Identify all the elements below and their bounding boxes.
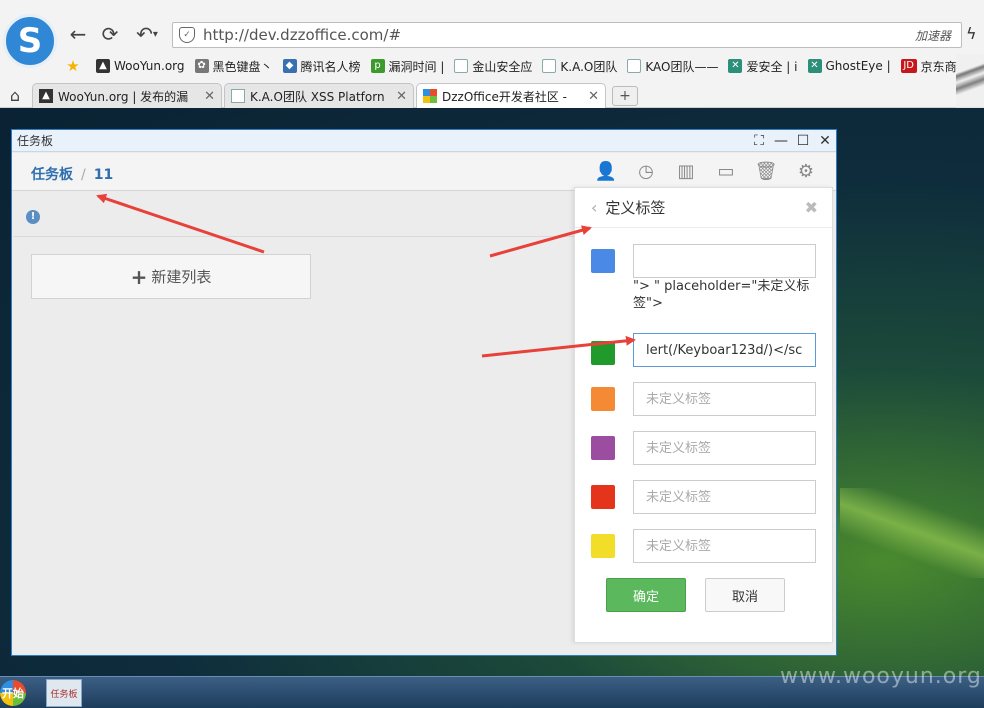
taskboard-window: 任务板 ⛶ — ☐ ✕ 任务板/11 👤 ◷ ▥ ▭ 🗑 ⚙ ! + 新建列表 … (11, 129, 837, 656)
bar-chart-icon[interactable]: ▥ (666, 161, 706, 182)
bookmark-item[interactable]: JD 京东商 (900, 58, 957, 75)
favorites-star-icon[interactable]: ★ (64, 59, 86, 74)
bookmarks-bar: ★ ▲ WooYun.org ✿ 黑色键盘丶 ◆ 腾讯名人榜 p 漏洞时间 | 金山安全… (64, 54, 984, 78)
undo-icon[interactable]: ↶ ▾ (130, 22, 164, 46)
tab-wooyun[interactable]: ▲ WooYun.org | 发布的漏 ✕ (32, 83, 222, 108)
close-icon[interactable]: ✖ (805, 198, 818, 217)
breadcrumb-current: 11 (93, 167, 114, 183)
back-icon[interactable]: ← (66, 22, 90, 46)
breadcrumb: 任务板 / 11 (31, 164, 113, 184)
injected-text: "> " placeholder="未定义标签"> (633, 279, 810, 311)
clock-icon[interactable]: ◷ (626, 161, 666, 182)
bookmark-item[interactable]: p 漏洞时间 | (370, 58, 444, 75)
page-icon (454, 59, 469, 73)
page-icon (231, 89, 245, 103)
header-toolbar: 👤 ◷ ▥ ▭ 🗑 ⚙ (586, 161, 826, 182)
close-icon[interactable]: ✕ (588, 89, 599, 104)
address-bar[interactable]: ✓ http://dev.dzzoffice.com/# 加速器 (172, 22, 962, 48)
window-title: 任务板 (17, 134, 54, 148)
close-icon[interactable]: ✕ (814, 133, 836, 149)
fullscreen-icon[interactable]: ⛶ (748, 133, 770, 149)
dzzoffice-icon (423, 89, 437, 103)
breadcrumb-separator: / (81, 167, 86, 183)
panel-header: ‹ 定义标签 ✖ (575, 188, 832, 228)
gear-icon[interactable]: ⚙ (786, 161, 826, 182)
chevron-left-icon[interactable]: ‹ (591, 198, 597, 217)
color-swatch[interactable] (591, 534, 615, 558)
label-input[interactable] (633, 244, 816, 278)
maximize-icon[interactable]: ☐ (792, 133, 814, 149)
bookmark-item[interactable]: KAO团队—— (627, 58, 718, 75)
cross-icon: ✕ (807, 59, 822, 73)
lightning-icon[interactable]: ϟ (966, 24, 977, 43)
window-titlebar[interactable]: 任务板 ⛶ — ☐ ✕ (12, 130, 836, 152)
page-icon (627, 59, 642, 73)
browser-logo-icon[interactable]: S (3, 14, 57, 68)
color-swatch[interactable] (591, 436, 615, 460)
search-icon: p (370, 59, 385, 73)
label-input[interactable] (633, 431, 816, 465)
color-swatch[interactable] (591, 341, 615, 365)
trash-icon[interactable]: 🗑 (746, 161, 786, 182)
tab-strip: ⌂ ▲ WooYun.org | 发布的漏 ✕ K.A.O团队 XSS Plat… (0, 82, 984, 108)
label-input[interactable] (633, 382, 816, 416)
watermark: www.wooyun.org (780, 664, 982, 689)
reload-icon[interactable]: ⟳ (98, 22, 122, 46)
info-icon[interactable]: ! (26, 210, 40, 224)
bookmark-item[interactable]: 金山安全应 (454, 58, 532, 75)
bookmark-item[interactable]: K.A.O团队 (542, 58, 617, 75)
bookmark-item[interactable]: ▲ WooYun.org (96, 59, 185, 73)
bookmark-item[interactable]: ✕ 爱安全 | i (728, 58, 798, 75)
user-icon[interactable]: 👤 (586, 161, 626, 182)
bookmark-item[interactable]: ◆ 腾讯名人榜 (282, 58, 361, 75)
color-swatch[interactable] (591, 249, 615, 273)
tab-dzzoffice[interactable]: DzzOffice开发者社区 - ✕ (416, 83, 606, 108)
accelerator-label[interactable]: 加速器 (915, 27, 951, 44)
plus-icon: + (130, 264, 148, 289)
browser-chrome: S ← ⟳ ↶ ▾ ✓ http://dev.dzzoffice.com/# 加速… (0, 0, 984, 108)
label-input[interactable] (633, 529, 816, 563)
label-input[interactable] (633, 480, 816, 514)
wooyun-icon: ▲ (39, 89, 53, 103)
cancel-button[interactable]: 取消 (705, 578, 785, 612)
url-text[interactable]: http://dev.dzzoffice.com/# (203, 26, 915, 44)
jd-icon: JD (900, 59, 917, 73)
start-button[interactable]: 开始 (0, 680, 26, 706)
gear-icon: ✿ (194, 59, 209, 73)
cross-icon: ✕ (728, 59, 743, 73)
close-icon[interactable]: ✕ (396, 89, 407, 104)
new-list-button[interactable]: + 新建列表 (31, 254, 311, 299)
close-icon[interactable]: ✕ (204, 89, 215, 104)
breadcrumb-root[interactable]: 任务板 (31, 167, 73, 183)
color-swatch[interactable] (591, 387, 615, 411)
bookmark-item[interactable]: ✕ GhostEye | (807, 59, 891, 73)
label-input[interactable] (633, 333, 816, 367)
shield-icon: ◆ (282, 59, 297, 73)
new-tab-button[interactable]: + (612, 86, 638, 106)
info-bar: ! (14, 193, 574, 237)
folder-icon[interactable]: ▭ (706, 161, 746, 182)
color-swatch[interactable] (591, 485, 615, 509)
wooyun-icon: ▲ (96, 59, 110, 73)
page-icon (542, 59, 557, 73)
new-list-label: 新建列表 (151, 268, 212, 286)
security-shield-icon: ✓ (179, 27, 195, 43)
home-icon[interactable]: ⌂ (0, 82, 30, 108)
define-labels-panel: ‹ 定义标签 ✖ "> " placeholder="未定义标签"> lert(… (574, 187, 833, 643)
panel-title: 定义标签 (605, 199, 666, 217)
bookmark-item[interactable]: ✿ 黑色键盘丶 (194, 58, 273, 75)
app-header: 任务板 / 11 👤 ◷ ▥ ▭ 🗑 ⚙ (12, 153, 836, 191)
minimize-icon[interactable]: — (770, 133, 792, 149)
confirm-button[interactable]: 确定 (606, 578, 686, 612)
taskbar-item-taskboard[interactable]: 任务板 (46, 679, 82, 707)
tab-kao-xss[interactable]: K.A.O团队 XSS Platforn ✕ (224, 83, 414, 108)
